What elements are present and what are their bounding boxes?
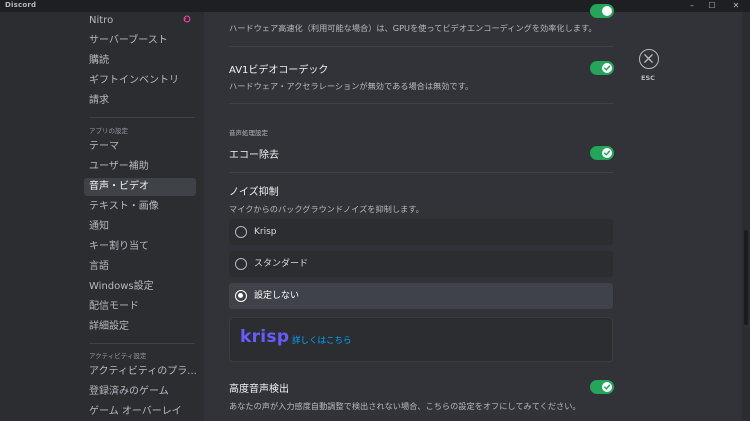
sidebar-item-server-boost[interactable]: サーバーブースト — [84, 32, 196, 50]
echo-cancellation-toggle[interactable] — [590, 146, 614, 160]
sidebar-item-label: 言語 — [89, 261, 109, 272]
sidebar-item-label: テーマ — [89, 141, 119, 152]
section-divider — [229, 103, 613, 104]
radio-selected-dot — [238, 293, 243, 298]
sidebar-item-label: 請求 — [89, 95, 109, 106]
radio-option-standard[interactable]: スタンダード — [229, 251, 613, 277]
sidebar-item-voice-video[interactable]: 音声・ビデオ — [84, 178, 196, 196]
section-divider — [229, 172, 613, 173]
sidebar-item-windows-settings[interactable]: Windows設定 — [84, 278, 196, 296]
sidebar-item-label: 購読 — [89, 55, 109, 66]
radio-option-none[interactable]: 設定しない — [229, 283, 613, 309]
scrollbar-thumb[interactable] — [744, 230, 748, 325]
radio-button[interactable] — [235, 258, 247, 270]
echo-cancellation-title: エコー除去 — [229, 150, 279, 161]
krisp-info-card: krisp 詳しくはこちら — [229, 317, 613, 362]
audio-processing-header: 音声処理設定 — [229, 129, 268, 137]
close-icon — [644, 54, 653, 63]
sidebar-item-keybinds[interactable]: キー割り当て — [84, 238, 196, 256]
sidebar-item-game-overlay[interactable]: ゲーム オーバーレイ — [84, 403, 196, 421]
av1-codec-toggle[interactable] — [590, 61, 614, 75]
app-title: Discord — [5, 1, 37, 9]
sidebar-item-activity-privacy[interactable]: アクティビティのプラ... — [84, 363, 196, 381]
av1-codec-description: ハードウェア・アクセラレーションが無効である場合は無効です。 — [229, 81, 474, 91]
hw-acceleration-toggle[interactable] — [590, 4, 614, 18]
sidebar-item-nitro[interactable]: Nitro — [84, 12, 196, 30]
sidebar-header-activity-settings: アクティビティ設定 — [89, 352, 147, 360]
radio-button[interactable] — [235, 290, 247, 302]
sidebar-item-label: アクティビティのプラ... — [89, 366, 196, 377]
sidebar-item-label: 配信モード — [89, 301, 139, 312]
sidebar-item-label: テキスト・画像 — [89, 201, 159, 212]
sidebar-divider — [89, 117, 195, 118]
advanced-voice-activity-title: 高度音声検出 — [229, 384, 289, 395]
nitro-icon — [183, 15, 191, 23]
advanced-voice-activity-toggle[interactable] — [590, 380, 614, 394]
sidebar-item-label: 音声・ビデオ — [89, 181, 149, 192]
sidebar-item-accessibility[interactable]: ユーザー補助 — [84, 158, 196, 176]
radio-label: スタンダード — [254, 259, 309, 269]
sidebar-item-theme[interactable]: テーマ — [84, 138, 196, 156]
sidebar-item-text-images[interactable]: テキスト・画像 — [84, 198, 196, 216]
sidebar-item-label: 詳細設定 — [89, 321, 129, 332]
sidebar-item-label: Nitro — [89, 15, 114, 26]
sidebar-item-label: ゲーム オーバーレイ — [89, 406, 182, 417]
sidebar-item-billing[interactable]: 請求 — [84, 92, 196, 110]
close-settings-button[interactable] — [639, 49, 659, 69]
radio-button[interactable] — [235, 226, 247, 238]
noise-suppression-description: マイクからのバックグラウンドノイズを抑制します。 — [229, 204, 424, 214]
sidebar-item-label: 通知 — [89, 221, 109, 232]
section-divider — [229, 46, 613, 47]
sidebar-item-label: サーバーブースト — [89, 35, 168, 46]
radio-option-krisp[interactable]: Krisp — [229, 219, 613, 245]
sidebar-item-label: 登録済みのゲーム — [89, 386, 169, 397]
sidebar-item-language[interactable]: 言語 — [84, 258, 196, 276]
minimize-button[interactable]: – — [683, 0, 701, 12]
checkmark-icon — [603, 150, 611, 156]
radio-label: 設定しない — [254, 291, 300, 301]
checkmark-icon — [603, 384, 611, 390]
toggle-knob — [602, 6, 612, 16]
advanced-voice-activity-description: あなたの声が入力感度自動調整で検出されない場合、こちらの設定をオフにしてみてくだ… — [229, 401, 581, 411]
scrollbar-track[interactable] — [742, 12, 750, 421]
sidebar-item-label: Windows設定 — [89, 281, 154, 292]
sidebar-item-label: ユーザー補助 — [89, 161, 149, 172]
sidebar-item-streamer-mode[interactable]: 配信モード — [84, 298, 196, 316]
hw-acceleration-description: ハードウェア高速化（利用可能な場合）は、GPUを使ってビデオエンコーディングを効… — [229, 23, 597, 33]
sidebar-item-advanced[interactable]: 詳細設定 — [84, 318, 196, 336]
sidebar-item-gift-inventory[interactable]: ギフトインベントリ — [84, 72, 196, 90]
window-titlebar: Discord – ☐ ✕ — [0, 0, 750, 12]
sidebar-item-subscriptions[interactable]: 購読 — [84, 52, 196, 70]
av1-codec-title: AV1ビデオコーデック — [229, 65, 329, 76]
close-window-button[interactable]: ✕ — [727, 0, 745, 12]
radio-label: Krisp — [254, 227, 277, 237]
sidebar-header-app-settings: アプリの設定 — [89, 127, 128, 135]
esc-label: ESC — [641, 74, 655, 82]
maximize-button[interactable]: ☐ — [703, 0, 721, 12]
noise-suppression-title: ノイズ抑制 — [229, 187, 279, 198]
learn-more-link[interactable]: 詳しくはこちら — [292, 334, 352, 346]
sidebar-item-label: キー割り当て — [89, 241, 149, 252]
sidebar-item-notifications[interactable]: 通知 — [84, 218, 196, 236]
checkmark-icon — [603, 65, 611, 71]
sidebar-divider — [89, 343, 195, 344]
krisp-logo: krisp — [240, 327, 290, 347]
sidebar-item-registered-games[interactable]: 登録済みのゲーム — [84, 383, 196, 401]
sidebar-item-label: ギフトインベントリ — [89, 75, 179, 86]
